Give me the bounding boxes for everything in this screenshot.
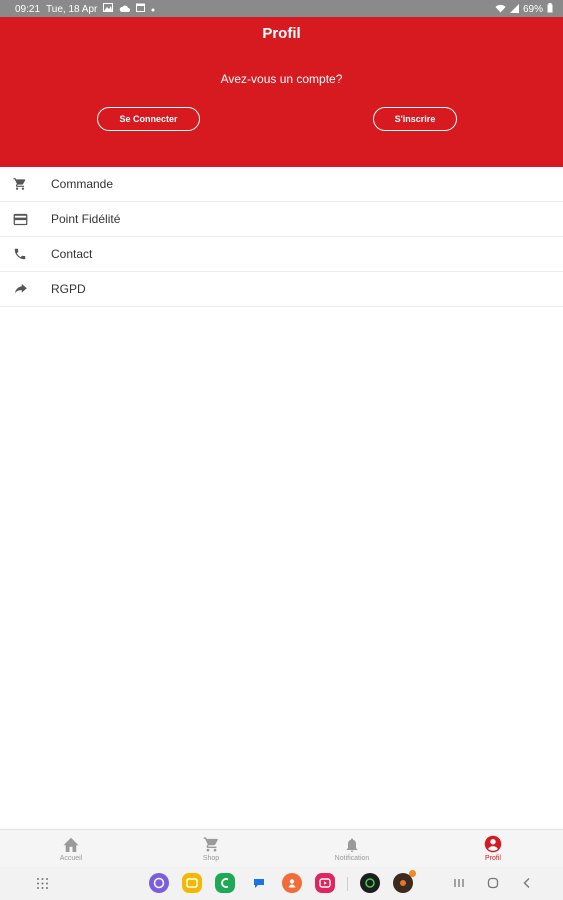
dot-icon — [151, 4, 155, 15]
nav-label: Notification — [334, 855, 370, 862]
profile-header: Profil Avez-vous un compte? Se Connecter… — [0, 17, 563, 167]
status-bar: 09:21 Tue, 18 Apr 69% — [0, 0, 563, 17]
status-date: Tue, 18 Apr — [46, 3, 98, 15]
nav-item-shop[interactable]: Shop — [181, 834, 241, 862]
calendar-icon — [136, 3, 146, 15]
phone-app-icon[interactable] — [215, 873, 235, 893]
video-app-icon[interactable] — [315, 873, 335, 893]
battery-icon — [547, 3, 553, 16]
nav-item-notification[interactable]: Notification — [322, 834, 382, 862]
nav-label: Profil — [485, 855, 501, 862]
menu-item-commande[interactable]: Commande — [0, 167, 563, 202]
status-time: 09:21 — [15, 3, 41, 15]
home-button-icon[interactable] — [485, 875, 501, 891]
messages-app-icon[interactable] — [149, 873, 169, 893]
phone-icon — [12, 246, 28, 262]
menu-item-label: Commande — [51, 177, 114, 191]
nav-item-profil[interactable]: Profil — [463, 834, 523, 862]
menu-item-point-fidelite[interactable]: Point Fidélité — [0, 202, 563, 237]
dock-divider — [347, 877, 348, 891]
account-question: Avez-vous un compte? — [220, 72, 343, 86]
page-title: Profil — [262, 25, 301, 42]
wifi-icon — [495, 4, 506, 16]
status-left: 09:21 Tue, 18 Apr — [15, 3, 155, 15]
status-right: 69% — [495, 3, 553, 16]
register-button[interactable]: S'inscrire — [373, 107, 457, 131]
menu-item-label: Point Fidélité — [51, 212, 121, 226]
menu-item-rgpd[interactable]: RGPD — [0, 272, 563, 307]
card-icon — [12, 211, 28, 227]
login-button[interactable]: Se Connecter — [97, 107, 200, 131]
menu-item-contact[interactable]: Contact — [0, 237, 563, 272]
profile-icon — [483, 834, 503, 854]
contacts-app-icon[interactable] — [282, 873, 302, 893]
recent-app-icon[interactable] — [360, 873, 380, 893]
gallery-icon — [103, 3, 114, 15]
bottom-navigation: Accueil Shop Notification Profil — [0, 829, 563, 868]
home-icon — [61, 834, 81, 854]
cart-icon — [201, 834, 221, 854]
recent-app-icon[interactable] — [393, 870, 416, 893]
menu-item-label: RGPD — [51, 282, 86, 296]
menu-item-label: Contact — [51, 247, 93, 261]
signal-icon — [509, 3, 519, 16]
notification-badge — [409, 870, 416, 877]
profile-menu: Commande Point Fidélité Contact RGPD — [0, 167, 563, 307]
cart-icon — [12, 176, 28, 192]
system-bar — [0, 867, 563, 900]
cloud-icon — [119, 4, 131, 15]
nav-label: Shop — [202, 855, 220, 862]
share-icon — [12, 281, 28, 297]
nav-label: Accueil — [59, 855, 83, 862]
chat-app-icon[interactable] — [249, 873, 269, 893]
app-drawer-icon[interactable] — [34, 875, 50, 891]
battery-level: 69% — [522, 4, 543, 15]
bell-icon — [342, 834, 362, 854]
nav-item-accueil[interactable]: Accueil — [41, 834, 101, 862]
files-app-icon[interactable] — [182, 873, 202, 893]
recents-icon[interactable] — [451, 875, 467, 891]
back-icon[interactable] — [519, 875, 535, 891]
